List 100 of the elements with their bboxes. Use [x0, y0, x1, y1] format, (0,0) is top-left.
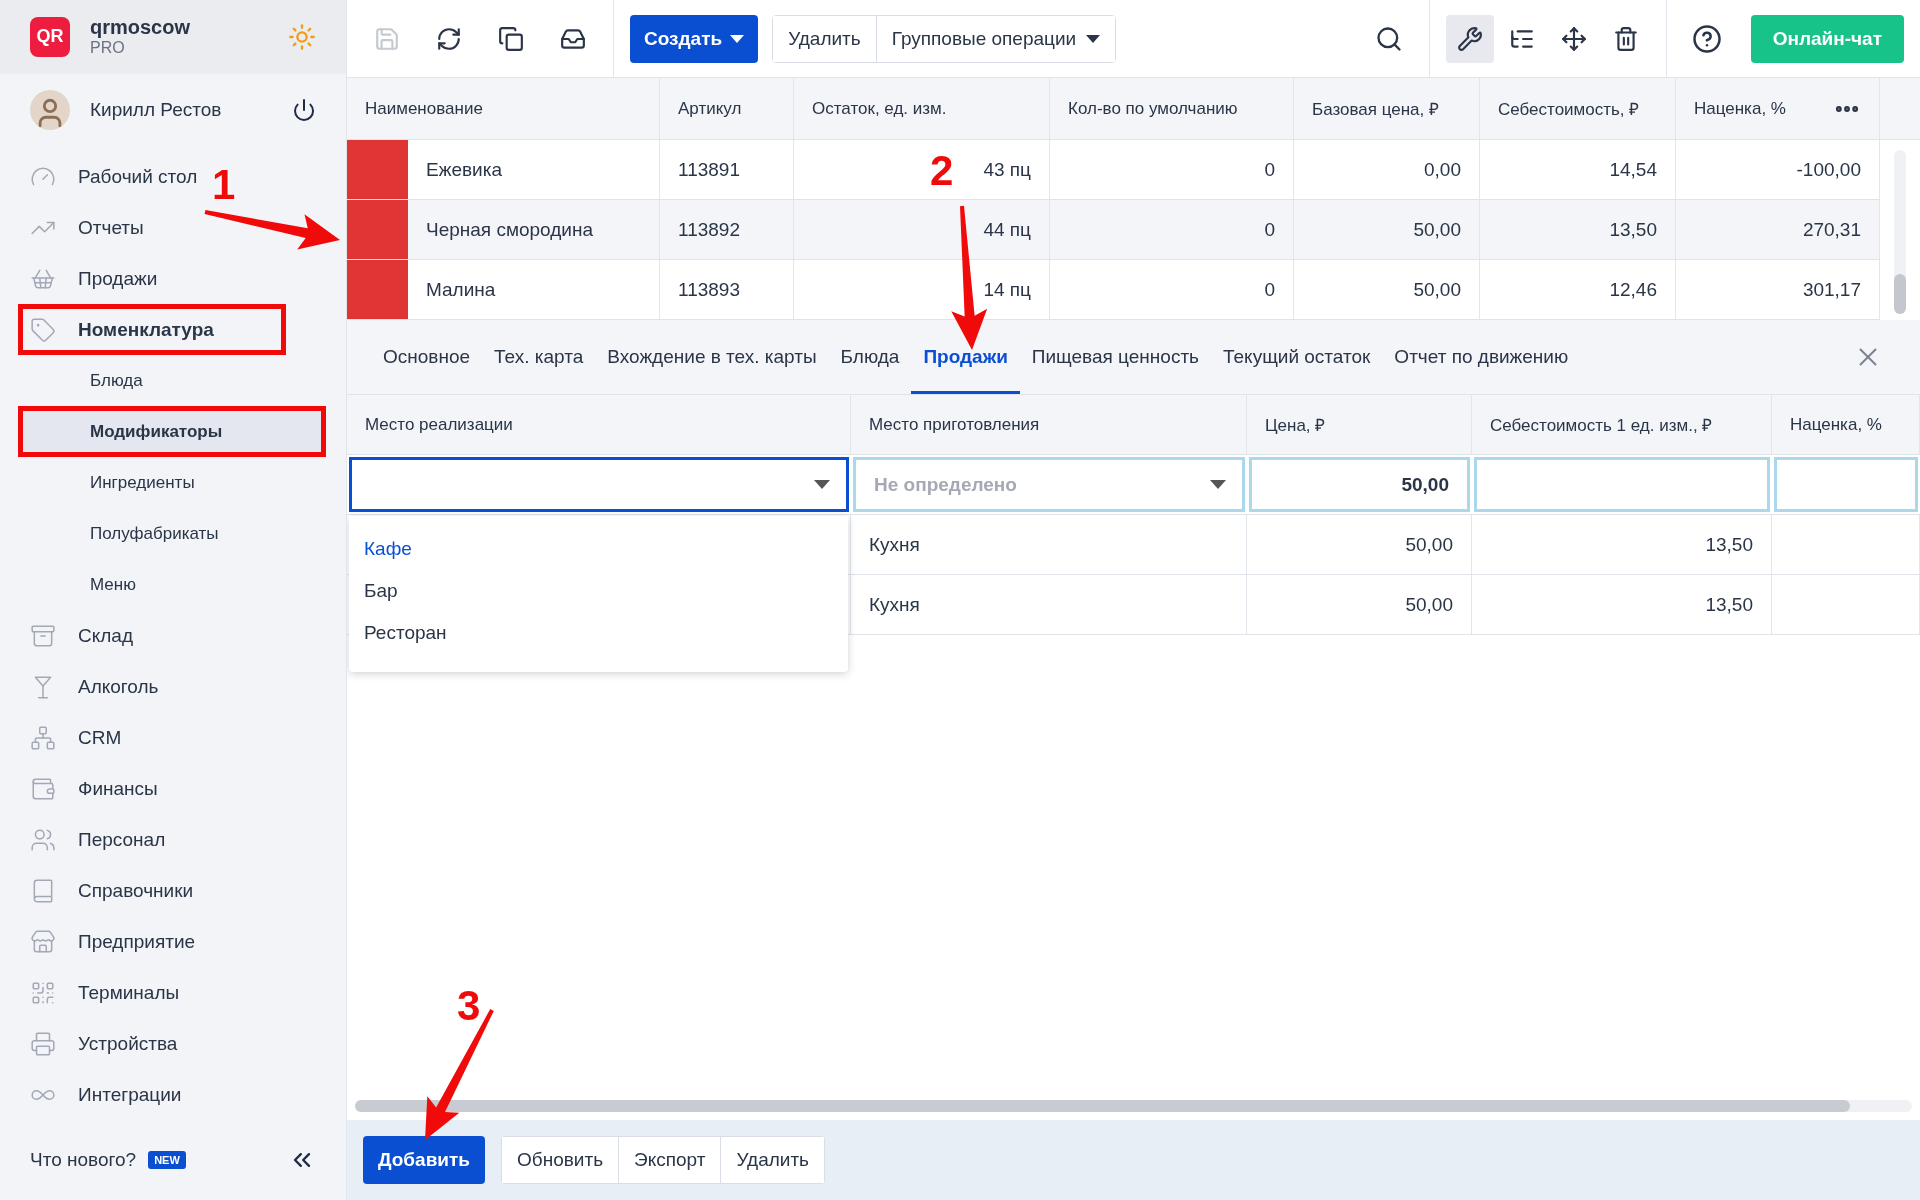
dropdown-option[interactable]: Кафе	[349, 528, 848, 570]
add-button[interactable]: Добавить	[363, 1136, 486, 1184]
nav-item[interactable]: Устройства	[0, 1018, 184, 1069]
nav-label: Предприятие	[78, 930, 196, 953]
create-button[interactable]: Создать	[630, 14, 759, 63]
tab[interactable]: Продажи	[911, 320, 1020, 394]
tab[interactable]: Основное	[371, 320, 483, 394]
table-value: 0	[1264, 278, 1275, 301]
nav-item[interactable]: CRM	[0, 712, 128, 763]
nav-subitem[interactable]: Полуфабрикаты	[0, 508, 225, 559]
column-header: Цена, ₽	[1265, 415, 1327, 436]
prep-place-input[interactable]: Не определено	[872, 472, 1200, 497]
nav-label: Продажи	[78, 267, 158, 290]
nav-item[interactable]: Справочники	[0, 865, 200, 916]
nav-subitem[interactable]: Меню	[0, 559, 142, 610]
table-value: 113893	[678, 278, 740, 301]
nav-item[interactable]: Номенклатура	[18, 304, 286, 355]
refresh-icon	[436, 25, 462, 52]
nav-subitem[interactable]: Модификаторы	[18, 406, 326, 457]
nav-label: Терминалы	[78, 981, 180, 1004]
box-icon	[30, 622, 56, 649]
logo: QR	[30, 16, 70, 57]
step-number: 1	[212, 164, 236, 206]
tab[interactable]: Пищевая ценность	[1019, 320, 1211, 394]
printer-icon	[30, 1030, 56, 1057]
table-value: 44 пц	[983, 218, 1031, 241]
nav-label: Номенклатура	[78, 318, 214, 341]
nav-item[interactable]: Терминалы	[0, 967, 186, 1018]
nav-item[interactable]: Предприятие	[0, 916, 202, 967]
column-header: Кол-во по умолчанию	[1068, 98, 1239, 119]
sale-place-field[interactable]	[349, 457, 849, 512]
power-icon[interactable]	[292, 98, 316, 123]
caret-icon	[1086, 34, 1101, 43]
nav-item[interactable]: Интеграции	[0, 1069, 188, 1120]
scrollbar[interactable]	[1894, 150, 1906, 314]
nav-label: Справочники	[78, 879, 194, 902]
column-header: Место приготовления	[869, 414, 1041, 435]
delete-button[interactable]: Удалить	[773, 15, 877, 62]
table-value: 50,00	[1413, 218, 1461, 241]
trash-icon	[1612, 25, 1639, 52]
tab[interactable]: Вхождение в тех. карты	[595, 320, 829, 394]
tools-button[interactable]	[1445, 14, 1494, 63]
nav-item[interactable]: Рабочий стол	[0, 151, 204, 202]
nav-subitem[interactable]: Блюда	[0, 355, 149, 406]
cost-field[interactable]	[1474, 457, 1770, 512]
table-value: Черная смородина	[426, 218, 594, 241]
table-value: 301,17	[1802, 278, 1861, 301]
nav-label: Рабочий стол	[78, 165, 198, 188]
table-value: 0,00	[1424, 158, 1461, 181]
table-value: 50,00	[1405, 593, 1453, 616]
caret-icon	[1210, 480, 1226, 489]
nav-item[interactable]: Отчеты	[0, 202, 150, 253]
hierarchy-icon	[30, 724, 56, 751]
whats-new-link[interactable]: Что нового?	[30, 1149, 137, 1171]
nav-item[interactable]: Продажи	[0, 253, 164, 304]
account-name: qrmoscow	[90, 16, 192, 40]
price-field[interactable]: 50,00	[1249, 457, 1470, 512]
store-icon	[30, 928, 56, 955]
column-header: Наценка, %	[1790, 414, 1883, 435]
nav-label: Устройства	[78, 1032, 178, 1055]
tab[interactable]: Текущий остаток	[1211, 320, 1383, 394]
table-value: Малина	[426, 278, 496, 301]
column-header: Наименование	[365, 98, 484, 119]
table-value: 12,46	[1609, 278, 1657, 301]
tab[interactable]: Отчет по движению	[1382, 320, 1581, 394]
nav-item[interactable]: Склад	[0, 610, 139, 661]
column-header: Себестоимость 1 ед. изм., ₽	[1490, 415, 1714, 436]
price-input[interactable]: 50,00	[1268, 472, 1451, 497]
tab[interactable]: Тех. карта	[482, 320, 596, 394]
table-value: Кухня	[869, 533, 920, 556]
avatar	[30, 90, 70, 131]
nav-item[interactable]: Финансы	[0, 763, 164, 814]
nav-item[interactable]: Алкоголь	[0, 661, 165, 712]
prep-place-field[interactable]: Не определено	[853, 457, 1245, 512]
step-number: 3	[457, 985, 481, 1027]
footer-button[interactable]: Экспорт	[619, 1137, 722, 1183]
table-value: 14,54	[1609, 158, 1657, 181]
table-value: 113892	[678, 218, 740, 241]
scrollbar[interactable]	[355, 1100, 1912, 1112]
table-value: 13,50	[1609, 218, 1657, 241]
markup-field[interactable]	[1774, 457, 1918, 512]
copy-icon	[498, 25, 524, 52]
table-value: 43 пц	[983, 158, 1031, 181]
footer-button[interactable]: Удалить	[721, 1137, 824, 1183]
nav-label: Отчеты	[78, 216, 144, 239]
column-header: Базовая цена, ₽	[1312, 99, 1440, 120]
save-icon	[374, 25, 400, 52]
nav-label: Алкоголь	[78, 675, 159, 698]
nav-subitem[interactable]: Ингредиенты	[0, 457, 201, 508]
user-name: Кирилл Рестов	[90, 99, 223, 122]
nav-label: Склад	[78, 624, 133, 647]
tab[interactable]: Блюда	[828, 320, 912, 394]
tag-icon	[30, 316, 56, 343]
column-header: Наценка, %	[1694, 98, 1787, 119]
column-header: Остаток, ед. изм.	[812, 98, 948, 119]
dropdown-option[interactable]: Ресторан	[349, 612, 848, 654]
dropdown-option[interactable]: Бар	[349, 570, 848, 612]
nav-item[interactable]: Персонал	[0, 814, 172, 865]
wallet-icon	[30, 775, 56, 802]
footer-button[interactable]: Обновить	[502, 1137, 620, 1183]
